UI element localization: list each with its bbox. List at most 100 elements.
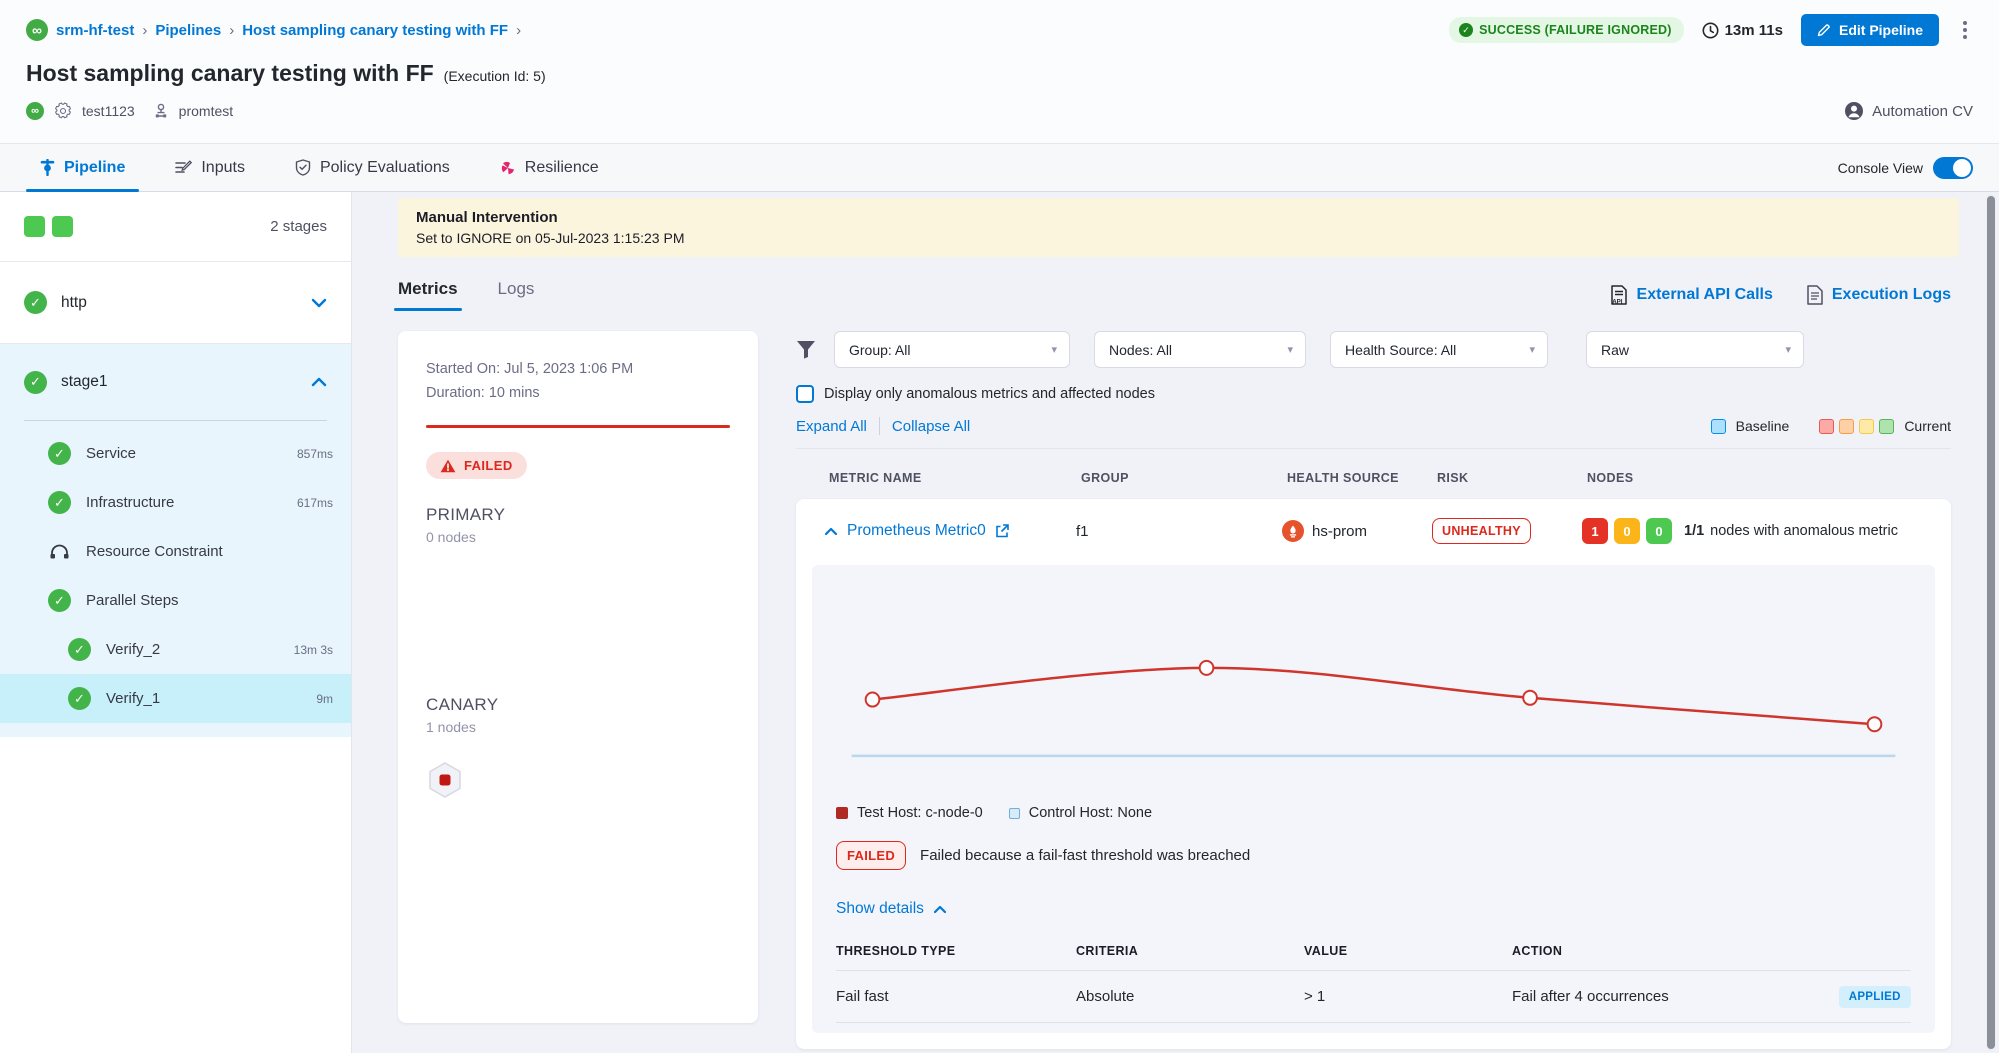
step-label: Verify_2 [106, 641, 160, 658]
tab-metrics[interactable]: Metrics [398, 279, 458, 311]
collapse-all-link[interactable]: Collapse All [892, 418, 970, 435]
gear-icon [54, 102, 72, 120]
collapse-chevron-up-icon[interactable] [824, 527, 838, 536]
sidebar-step-verify-1[interactable]: ✓ Verify_1 9m [0, 674, 351, 723]
current-label: Current [1904, 418, 1951, 434]
step-label: Parallel Steps [86, 592, 179, 609]
sidebar-step-service[interactable]: ✓ Service 857ms [0, 429, 351, 478]
success-check-icon: ✓ [68, 638, 91, 661]
failed-chip: FAILED [836, 841, 906, 870]
sidebar-step-verify-2[interactable]: ✓ Verify_2 13m 3s [0, 625, 351, 674]
group-filter-select[interactable]: Group: All ▾ [834, 331, 1070, 368]
filter-funnel-icon[interactable] [796, 340, 816, 359]
sidebar-step-infrastructure[interactable]: ✓ Infrastructure 617ms [0, 478, 351, 527]
external-api-calls-link[interactable]: API External API Calls [1610, 285, 1773, 305]
success-check-icon: ✓ [48, 589, 71, 612]
sidebar-step-resource-constraint[interactable]: Resource Constraint [0, 527, 351, 576]
tab-policy-evaluations-label: Policy Evaluations [320, 159, 450, 177]
nodes-filter-value: Nodes: All [1109, 342, 1275, 358]
main-tabbar: Pipeline Inputs Policy Evaluations Resil… [0, 143, 1999, 192]
step-duration: 13m 3s [294, 643, 333, 657]
metric-name-link[interactable]: Prometheus Metric0 [847, 522, 986, 540]
pipeline-icon [40, 159, 55, 176]
edit-pipeline-button[interactable]: Edit Pipeline [1801, 14, 1939, 46]
success-check-icon: ✓ [48, 491, 71, 514]
anomalous-only-checkbox[interactable] [796, 385, 814, 403]
chevron-down-icon: ▾ [1529, 343, 1535, 356]
tab-resilience[interactable]: Resilience [486, 144, 613, 191]
column-header-metric-name: METRIC NAME [829, 471, 1081, 485]
edit-pipeline-label: Edit Pipeline [1839, 22, 1923, 38]
breadcrumb: ∞ srm-hf-test › Pipelines › Host samplin… [26, 19, 521, 41]
anomalous-node-count-badge: 1 [1582, 518, 1608, 544]
warning-triangle-icon [440, 459, 456, 473]
console-view-toggle[interactable] [1933, 157, 1973, 179]
value-value: > 1 [1304, 988, 1512, 1005]
failed-message: Failed because a fail-fast threshold was… [920, 847, 1250, 864]
control-host-swatch-icon [1009, 808, 1020, 819]
canary-node-hexagon-icon[interactable] [426, 761, 464, 799]
sidebar-stage-http[interactable]: ✓ http [0, 262, 351, 344]
test-host-label: Test Host: c-node-0 [857, 805, 983, 821]
harness-logo-icon: ∞ [26, 19, 48, 41]
primary-group-label: PRIMARY [426, 505, 730, 525]
metric-group-value: f1 [1076, 523, 1282, 540]
metric-chart-svg [836, 583, 1911, 795]
step-duration: 9m [316, 692, 333, 706]
nodes-fraction-text: nodes with anomalous metric [1710, 523, 1898, 539]
scrollbar-thumb[interactable] [1987, 196, 1995, 1049]
tab-metrics-label: Metrics [398, 279, 458, 298]
health-source-filter-select[interactable]: Health Source: All ▾ [1330, 331, 1548, 368]
breadcrumb-project[interactable]: srm-hf-test [56, 22, 134, 39]
sidebar-stage-stage1[interactable]: ✓ stage1 [0, 344, 351, 420]
service-name[interactable]: test1123 [82, 103, 135, 119]
primary-node-count: 0 nodes [426, 529, 730, 545]
sidebar-step-parallel-steps[interactable]: ✓ Parallel Steps [0, 576, 351, 625]
data-mode-select[interactable]: Raw ▾ [1586, 331, 1804, 368]
breadcrumb-pipelines[interactable]: Pipelines [155, 22, 221, 39]
column-header-risk: RISK [1437, 471, 1587, 485]
criteria-value: Absolute [1076, 988, 1304, 1005]
tab-inputs[interactable]: Inputs [161, 144, 259, 191]
execution-duration-label: 13m 11s [1725, 22, 1783, 39]
health-source-value: hs-prom [1312, 523, 1367, 540]
metrics-table-header: METRIC NAME GROUP HEALTH SOURCE RISK NOD… [796, 449, 1951, 499]
tab-pipeline-label: Pipeline [64, 159, 125, 177]
success-check-icon: ✓ [24, 291, 47, 314]
pencil-icon [1817, 23, 1831, 37]
status-badge: ✓ SUCCESS (FAILURE IGNORED) [1449, 17, 1684, 43]
divider [24, 420, 327, 421]
risk-badge: UNHEALTHY [1432, 518, 1531, 544]
metric-table-row[interactable]: Prometheus Metric0 f1 hs-prom UNHEALTHY [796, 499, 1951, 563]
execution-logs-link[interactable]: Execution Logs [1807, 285, 1951, 305]
nodes-filter-select[interactable]: Nodes: All ▾ [1094, 331, 1306, 368]
threshold-table-header: THRESHOLD TYPE CRITERIA VALUE ACTION [836, 944, 1911, 971]
stage-label: stage1 [61, 373, 108, 391]
chevron-down-icon: ▾ [1785, 343, 1791, 356]
tab-policy-evaluations[interactable]: Policy Evaluations [281, 144, 464, 191]
step-label: Resource Constraint [86, 543, 223, 560]
success-check-icon: ✓ [1459, 23, 1473, 37]
warning-node-count-badge: 0 [1614, 518, 1640, 544]
breadcrumb-separator: › [229, 22, 234, 39]
user-name[interactable]: Automation CV [1872, 103, 1973, 120]
breadcrumb-pipeline-name[interactable]: Host sampling canary testing with FF [242, 22, 508, 39]
more-options-menu[interactable] [1957, 17, 1973, 43]
banner-title: Manual Intervention [416, 209, 1941, 226]
environment-name[interactable]: promtest [179, 103, 233, 119]
tab-pipeline[interactable]: Pipeline [26, 144, 139, 191]
chevron-up-icon[interactable] [311, 377, 327, 387]
tab-logs[interactable]: Logs [498, 279, 535, 311]
app-screen: ∞ srm-hf-test › Pipelines › Host samplin… [0, 0, 1999, 1053]
chevron-down-icon[interactable] [311, 298, 327, 308]
svg-text:API: API [1612, 299, 1623, 306]
expand-all-link[interactable]: Expand All [796, 418, 867, 435]
show-details-link[interactable]: Show details [836, 900, 1911, 918]
resilience-chaos-icon [500, 160, 516, 176]
stage-count-row: 2 stages [0, 192, 351, 262]
tab-inputs-label: Inputs [201, 159, 245, 177]
external-link-icon[interactable] [995, 524, 1009, 538]
chevron-down-icon: ▾ [1287, 343, 1293, 356]
column-header-action: ACTION [1512, 944, 1911, 958]
current-red-swatch-icon [1819, 419, 1834, 434]
